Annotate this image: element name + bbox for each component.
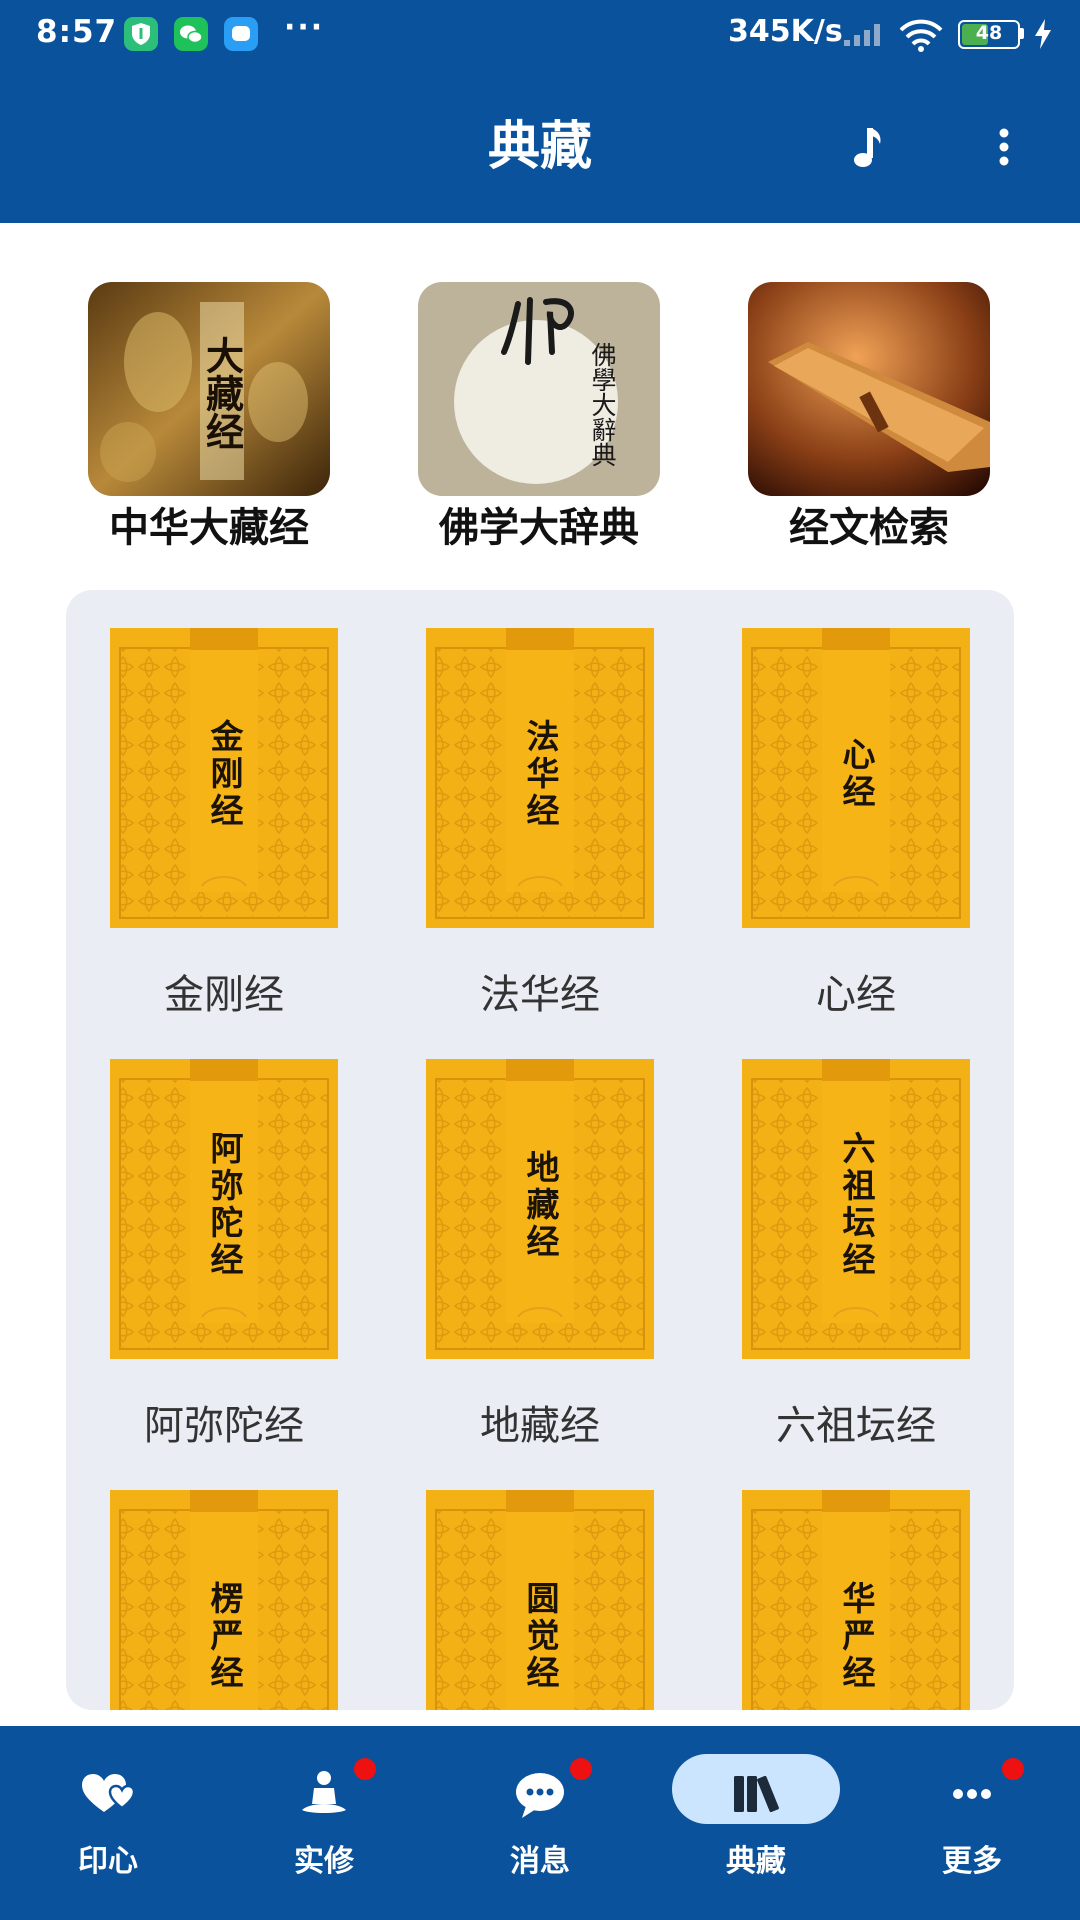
wechat-icon — [174, 17, 208, 51]
sutra-cover-title: 心经 — [837, 737, 876, 811]
sutra-grid-panel: 金刚经 金刚经 法华经 法华经 心经 心经 阿弥陀经 阿弥陀经 地藏经 地藏经 … — [66, 590, 1014, 1710]
cell-signal-icon — [842, 22, 886, 52]
nav-tab-yinxin[interactable]: 印心 — [0, 1726, 216, 1920]
charging-bolt-icon — [1033, 18, 1053, 54]
security-shield-icon — [124, 17, 158, 51]
sutra-label: 阿弥陀经 — [144, 1403, 304, 1449]
nav-tab-gengduo[interactable]: 更多 — [864, 1726, 1080, 1920]
bottom-navigation: 印心 实修 消息 典藏 更多 — [0, 1726, 1080, 1920]
sutra-cover-title: 金刚经 — [205, 718, 244, 830]
featured-label: 中华大藏经 — [109, 505, 309, 551]
nav-tab-diancang[interactable]: 典藏 — [648, 1726, 864, 1920]
sutra-cover-title: 阿弥陀经 — [205, 1131, 244, 1279]
status-bar: 8:57 ··· 345K/s 48 — [0, 0, 1080, 70]
featured-scripture-search[interactable]: 经文检索 — [748, 282, 990, 551]
featured-foxue-dacidian[interactable]: 佛學大辭典 佛学大辞典 — [418, 282, 660, 551]
books-icon — [724, 1762, 788, 1826]
sutra-label: 法华经 — [480, 972, 600, 1018]
top-bar: 8:57 ··· 345K/s 48 典藏 — [0, 0, 1080, 223]
sutra-label: 金刚经 — [164, 972, 284, 1018]
sutra-cover-title: 华严经 — [837, 1580, 876, 1692]
dazangjing-cover-title: 大藏经 — [199, 336, 245, 450]
featured-zhonghua-dazangjing[interactable]: 大藏经 中华大藏经 — [88, 282, 330, 551]
nav-label: 消息 — [510, 1844, 570, 1879]
dacidian-cover-image — [418, 282, 660, 496]
nav-tab-xiaoxi[interactable]: 消息 — [432, 1726, 648, 1920]
music-note-icon[interactable] — [848, 120, 896, 176]
sutra-label: 六祖坛经 — [776, 1403, 936, 1449]
sutra-cover-title: 楞严经 — [205, 1580, 244, 1692]
nav-label: 典藏 — [726, 1844, 786, 1879]
notification-badge — [1002, 1758, 1024, 1780]
nav-label: 更多 — [942, 1844, 1002, 1879]
status-more-dots: ··· — [284, 10, 325, 45]
battery-icon: 48 — [958, 20, 1026, 49]
featured-label: 佛学大辞典 — [439, 505, 639, 551]
status-time: 8:57 — [36, 14, 118, 50]
network-speed: 345K/s — [728, 14, 843, 49]
nav-tab-shixiu[interactable]: 实修 — [216, 1726, 432, 1920]
heart-icon — [76, 1762, 140, 1826]
chat-icon — [508, 1762, 572, 1826]
sutra-cover-title: 法华经 — [521, 718, 560, 830]
sutra-cover-title: 圆觉经 — [521, 1580, 560, 1692]
more-dots-icon — [940, 1762, 1004, 1826]
notification-badge — [570, 1758, 592, 1780]
more-vert-icon[interactable] — [986, 120, 1022, 176]
featured-label: 经文检索 — [789, 505, 949, 551]
sutra-label: 心经 — [816, 972, 896, 1018]
sutra-cover-title: 六祖坛经 — [837, 1131, 876, 1279]
message-app-icon — [224, 17, 258, 51]
nav-label: 实修 — [294, 1844, 354, 1879]
dacidian-cover-title: 佛學大辭典 — [588, 342, 617, 467]
battery-level: 48 — [975, 22, 1003, 44]
page-title: 典藏 — [487, 117, 592, 177]
nav-label: 印心 — [78, 1844, 138, 1879]
meditation-icon — [292, 1762, 356, 1826]
notification-badge — [354, 1758, 376, 1780]
scroll-image — [748, 282, 990, 496]
sutra-cover-title: 地藏经 — [521, 1149, 560, 1261]
sutra-label: 地藏经 — [480, 1403, 600, 1449]
wifi-icon — [899, 18, 943, 56]
